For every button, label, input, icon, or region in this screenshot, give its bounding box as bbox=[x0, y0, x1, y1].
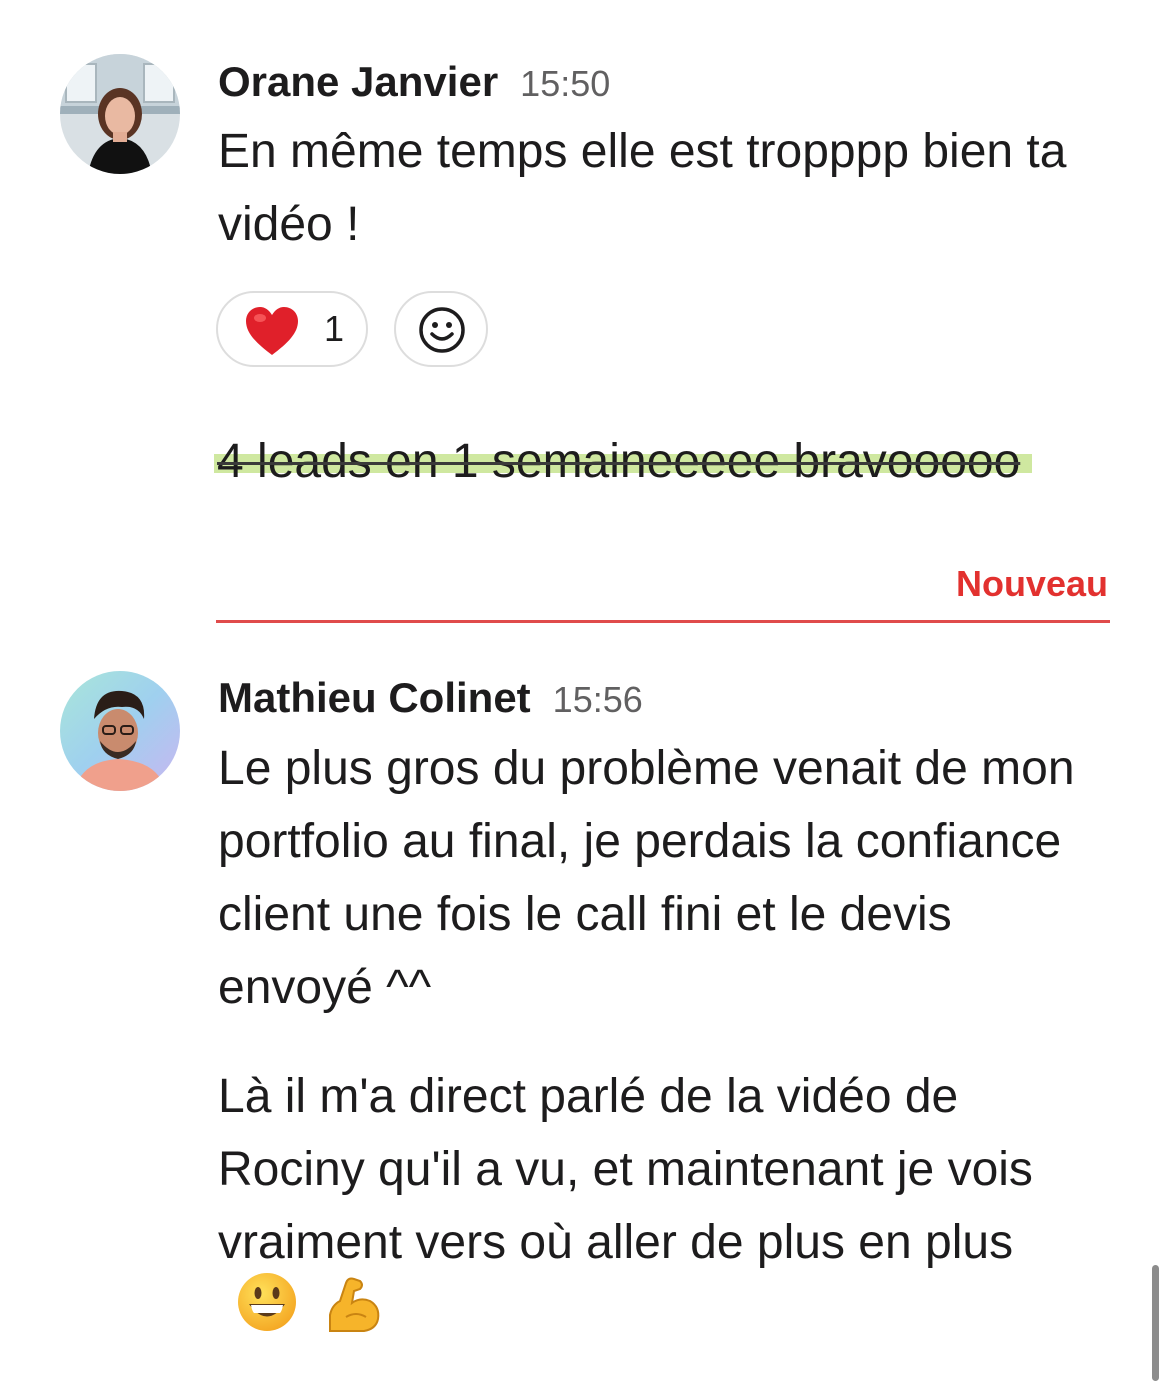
message-timestamp[interactable]: 15:56 bbox=[553, 679, 643, 720]
reaction-count: 1 bbox=[324, 308, 345, 349]
grinning-face-icon bbox=[236, 1271, 298, 1354]
heart-reaction-button[interactable]: 1 bbox=[216, 291, 368, 367]
message-text: En même temps elle est tropppp bien ta v… bbox=[218, 125, 1067, 251]
message-paragraph: Là il m'a direct parlé de la vidéo de Ro… bbox=[218, 1060, 1078, 1362]
highlighted-message: 4 leads en 1 semaineeeee bravooooo bbox=[214, 432, 1033, 492]
author-name[interactable]: Orane Janvier bbox=[218, 58, 498, 105]
add-reaction-button[interactable] bbox=[394, 291, 488, 367]
message-orane: Orane Janvier 15:50 En même temps elle es… bbox=[0, 0, 1170, 380]
scrollbar[interactable] bbox=[1152, 1265, 1159, 1381]
flexed-biceps-icon bbox=[320, 1271, 382, 1354]
message-timestamp[interactable]: 15:50 bbox=[520, 63, 610, 104]
avatar[interactable] bbox=[60, 54, 180, 174]
new-messages-divider bbox=[216, 620, 1110, 623]
new-messages-label: Nouveau bbox=[955, 563, 1108, 604]
smiley-icon bbox=[419, 307, 465, 353]
author-name[interactable]: Mathieu Colinet bbox=[218, 674, 531, 721]
message-paragraph: Le plus gros du problème venait de mon p… bbox=[218, 742, 1075, 1014]
avatar[interactable] bbox=[60, 671, 180, 791]
message-text: 4 leads en 1 semaineeeee bravooooo bbox=[214, 435, 1033, 488]
heart-icon bbox=[246, 307, 298, 355]
message-paragraph-text: Là il m'a direct parlé de la vidéo de Ro… bbox=[218, 1070, 1033, 1269]
message-mathieu: Mathieu Colinet 15:56 Le plus gros du pro… bbox=[0, 650, 1170, 1381]
message-body: Le plus gros du problème venait de mon p… bbox=[218, 732, 1078, 1362]
